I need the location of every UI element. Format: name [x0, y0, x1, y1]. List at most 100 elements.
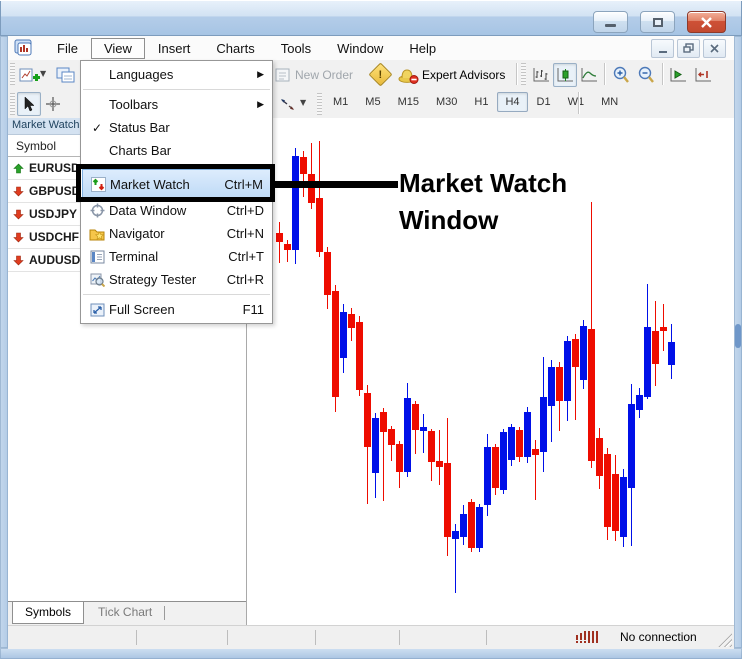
scrollbar-thumb[interactable] [735, 324, 741, 348]
candle-body [460, 514, 467, 537]
candle-wick [423, 414, 424, 453]
menu-item-label: Navigator [109, 226, 165, 241]
menu-item-terminal[interactable]: Terminal Ctrl+T [81, 245, 272, 268]
menu-item-full-screen[interactable]: Full Screen F11 [81, 298, 272, 321]
candle-body [276, 233, 283, 242]
tab-tick-chart[interactable]: Tick Chart [86, 602, 164, 623]
expert-advisors-button[interactable] [396, 63, 420, 87]
candle-body [396, 444, 403, 472]
new-order-label[interactable]: New Order [295, 63, 353, 87]
chart-minimize-button[interactable] [651, 38, 674, 58]
menu-item-status-bar[interactable]: ✓ Status Bar [81, 116, 272, 139]
timeframe-h4[interactable]: H4 [497, 92, 528, 112]
menu-item-navigator[interactable]: Navigator Ctrl+N [81, 222, 272, 245]
close-button[interactable] [687, 11, 726, 33]
candle-body [284, 244, 291, 250]
timeframe-mn[interactable]: MN [593, 92, 626, 112]
menu-charts[interactable]: Charts [203, 38, 267, 59]
statusbar-separator [315, 630, 316, 645]
menu-view[interactable]: View [90, 37, 145, 59]
symbol-name: AUDUSD [29, 253, 81, 267]
candle-body [588, 329, 595, 461]
candle-body [508, 427, 515, 460]
menu-item-label: Charts Bar [109, 143, 172, 158]
profiles-button[interactable] [54, 63, 78, 87]
timeframe-h1[interactable]: H1 [466, 92, 496, 112]
candle-body [364, 393, 371, 447]
candle-body [540, 397, 547, 452]
maximize-button[interactable] [640, 11, 675, 33]
zoom-in-button[interactable] [609, 63, 633, 87]
cursor-button[interactable] [17, 92, 41, 116]
annotation-text: Market Watch Window [399, 165, 567, 239]
menu-item-shortcut: Ctrl+N [226, 226, 264, 241]
title-bar[interactable] [0, 0, 742, 36]
menu-item-shortcut: F11 [242, 302, 264, 317]
candlestick-chart-button[interactable] [553, 63, 577, 87]
window-border-right [734, 36, 742, 648]
toolbar-drag-handle[interactable] [10, 93, 15, 115]
candle-body [492, 447, 499, 488]
indicators-dropdown[interactable]: ▼ [300, 92, 306, 114]
auto-scroll-button[interactable] [666, 63, 690, 87]
timeframe-m15[interactable]: M15 [390, 92, 427, 112]
toolbar-drag-handle[interactable] [10, 63, 15, 85]
candle-body [340, 312, 347, 358]
candle-body [444, 463, 451, 537]
maximize-icon [652, 17, 663, 27]
line-chart-button[interactable] [577, 63, 601, 87]
alert-icon[interactable]: ! [368, 62, 393, 87]
candle-body [356, 322, 363, 390]
menu-tools[interactable]: Tools [268, 38, 324, 59]
full-screen-icon [85, 303, 109, 317]
new-order-button[interactable] [271, 63, 295, 87]
expert-advisors-icon [398, 68, 418, 84]
menu-item-label: Languages [109, 67, 174, 82]
new-chart-dropdown[interactable]: ▼ [40, 63, 46, 85]
indicators-button[interactable] [276, 92, 300, 116]
menu-insert[interactable]: Insert [145, 38, 204, 59]
new-chart-button[interactable] [17, 63, 41, 87]
minimize-icon [605, 23, 616, 27]
timeframe-m5[interactable]: M5 [357, 92, 388, 112]
menu-item-label: Data Window [109, 203, 187, 218]
toolbar-drag-handle[interactable] [521, 63, 526, 85]
candle-body [388, 429, 395, 445]
bar-chart-button[interactable] [529, 63, 553, 87]
menu-item-data-window[interactable]: Data Window Ctrl+D [81, 199, 272, 222]
candle-body [348, 314, 355, 328]
chart-restore-button[interactable] [677, 38, 700, 58]
tab-symbols[interactable]: Symbols [12, 602, 85, 624]
chart-shift-button[interactable] [691, 63, 715, 87]
zoom-out-button[interactable] [634, 63, 658, 87]
menu-item-languages[interactable]: Languages ▶ [81, 63, 272, 86]
menu-help[interactable]: Help [396, 38, 449, 59]
candle-wick [279, 222, 280, 263]
candle-body [564, 341, 571, 401]
toolbar-drag-handle[interactable] [317, 93, 322, 115]
symbol-name: EURUSD [29, 161, 80, 175]
window-border-bottom [0, 648, 742, 659]
crosshair-button[interactable] [41, 92, 65, 116]
menu-item-strategy-tester[interactable]: Strategy Tester Ctrl+R [81, 268, 272, 291]
timeframe-d1[interactable]: D1 [529, 92, 559, 112]
timeframe-m30[interactable]: M30 [428, 92, 465, 112]
menu-window[interactable]: Window [324, 38, 396, 59]
arrow-down-icon [13, 209, 24, 220]
menu-item-charts-bar[interactable]: Charts Bar [81, 139, 272, 162]
candle-body [476, 507, 483, 548]
application-window: File View Insert Charts Tools Window Help ▼ [0, 0, 742, 659]
zoom-out-icon [638, 66, 654, 83]
expert-advisors-label[interactable]: Expert Advisors [422, 63, 505, 87]
timeframe-m1[interactable]: M1 [325, 92, 356, 112]
candle-body [668, 342, 675, 365]
timeframe-w1[interactable]: W1 [560, 92, 593, 112]
candle-body [532, 449, 539, 455]
minimize-button[interactable] [593, 11, 628, 33]
menu-file[interactable]: File [44, 38, 91, 59]
resize-grip[interactable] [718, 633, 732, 647]
candle-body [580, 326, 587, 380]
menu-item-toolbars[interactable]: Toolbars ▶ [81, 93, 272, 116]
candle-body [516, 430, 523, 457]
chart-close-button[interactable] [703, 38, 726, 58]
